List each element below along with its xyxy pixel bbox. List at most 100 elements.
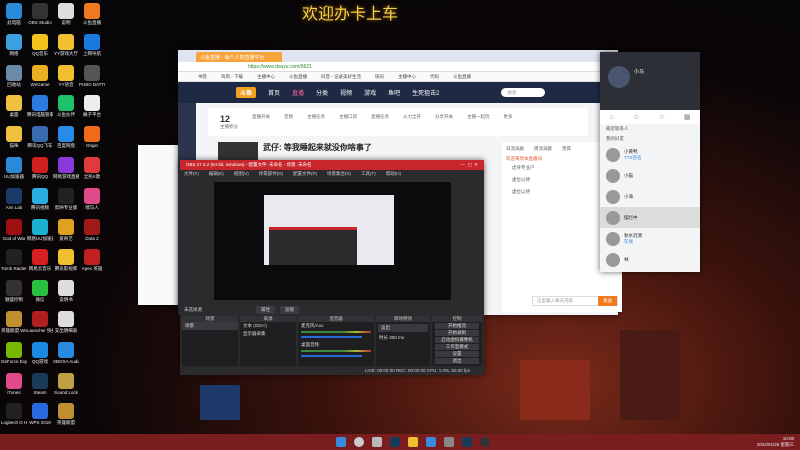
apps-tab-icon[interactable]: ▦ (684, 113, 691, 121)
desktop-icon[interactable]: God of War (1, 218, 27, 241)
bookmark-item[interactable]: 斗鱼直播 (453, 74, 471, 79)
desktop-icon[interactable]: 腾讯影视库 (53, 249, 79, 271)
desktop-icon[interactable]: 腾讯视频 (27, 187, 53, 210)
scene-item[interactable]: 场景 (182, 322, 238, 330)
friend-item[interactable]: 小海 (600, 186, 700, 207)
desktop-icon[interactable]: Tomb Raider (1, 249, 27, 271)
desktop-icon[interactable]: YY语音 (53, 64, 79, 87)
desktop-icon[interactable]: Steam (27, 372, 53, 395)
toolbar-item[interactable]: 主播口袋 (339, 114, 357, 130)
browser-tab[interactable]: 斗鱼直播 - 每个人的直播平台 (196, 52, 282, 62)
desktop-icon[interactable]: QQ游戏 (27, 341, 53, 364)
friend-item[interactable]: 摆烂中 (600, 207, 700, 228)
panel-tab[interactable]: 贵宾 (562, 146, 571, 152)
nav-item[interactable]: 游戏 (364, 88, 376, 97)
bookmark-item[interactable]: 快讯 (375, 74, 384, 79)
side-chat-window[interactable] (138, 145, 180, 305)
desktop-icon[interactable]: 微信 (27, 280, 53, 302)
address-bar[interactable]: https://www.douyu.com/9621 (178, 62, 618, 72)
search-input[interactable]: 搜索 (501, 88, 546, 97)
desktop-icon[interactable]: 剪映专业版 (53, 187, 79, 210)
volume-slider[interactable] (301, 336, 362, 338)
bookmark-item[interactable]: 主播中心 (257, 74, 275, 79)
desktop-icon[interactable]: Apex 英雄 (79, 249, 105, 271)
desktop-icon[interactable]: OBS Studio (27, 3, 53, 25)
avatar[interactable] (608, 66, 630, 88)
settings-icon[interactable] (444, 437, 454, 447)
volume-slider[interactable] (301, 355, 362, 357)
control-button[interactable]: 工作室模式 (435, 344, 479, 350)
steam-icon[interactable] (390, 437, 400, 447)
window-controls[interactable]: — ▢ ✕ (460, 162, 478, 168)
desktop-icon[interactable]: Logitech G HUB (1, 403, 27, 425)
desktop-icon[interactable]: Origin (79, 126, 105, 148)
toolbar-item[interactable]: 火力全开 (403, 114, 421, 130)
search-icon[interactable] (354, 437, 364, 447)
desktop-icon[interactable]: 百度网盘 (53, 126, 79, 148)
obs-preview[interactable] (214, 182, 451, 300)
desktop-icon[interactable]: UU加速器 (1, 157, 27, 179)
panel-tab[interactable]: 日流贡献 (506, 146, 524, 152)
control-button[interactable]: 设置 (435, 351, 479, 357)
nav-item[interactable]: 视频 (340, 88, 352, 97)
contacts-tab-icon[interactable]: ☺ (633, 114, 640, 121)
toolbar-item[interactable]: 更多 (504, 114, 513, 130)
desktop-icon[interactable]: YY游戏大厅 (53, 33, 79, 56)
friend-item[interactable]: 秋水涟漪 在线 (600, 228, 700, 249)
bookmark-item[interactable]: 斗鱼直播 (289, 74, 307, 79)
nav-item[interactable]: 生死狙击2 (412, 88, 439, 97)
bookmark-item[interactable]: 代码 (430, 74, 439, 79)
desktop-icon[interactable]: WeGame (27, 64, 53, 87)
start-icon[interactable] (336, 437, 346, 447)
menu-item[interactable]: 工具(T) (361, 171, 376, 177)
desktop-icon[interactable]: Launcher 快捷方式 (27, 311, 53, 333)
desktop-icon[interactable]: 回收站 (1, 64, 27, 87)
nav-item[interactable]: 直播 (292, 88, 304, 97)
desktop-icon[interactable]: 斗鱼直播 (79, 3, 105, 25)
desktop-icon[interactable]: Sound Lock (53, 372, 79, 395)
obs-icon[interactable] (480, 437, 490, 447)
desktop-icon[interactable]: 网易UU加速器 (27, 218, 53, 241)
desktop-icon[interactable]: 上网导航 (79, 33, 105, 56)
desktop-icon[interactable]: 腾讯QQ飞车 (27, 126, 53, 148)
toolbar-item[interactable]: 直播任务 (371, 114, 389, 130)
menu-item[interactable]: 场景集合(S) (327, 171, 351, 177)
send-button[interactable]: 发送 (598, 296, 617, 306)
menu-item[interactable]: 编辑(E) (209, 171, 224, 177)
source-item[interactable]: 显示器采集 (240, 330, 296, 338)
desktop-icon[interactable]: 网易云音乐 (27, 249, 53, 271)
desktop-icon[interactable]: 说明书 (53, 280, 79, 302)
desktop-icon[interactable]: 英雄联盟 (53, 403, 79, 425)
menu-item[interactable]: 停靠部件(D) (259, 171, 283, 177)
friend-item[interactable]: 林 (600, 249, 700, 270)
toolbar-item[interactable]: 主播一起玩 (467, 114, 490, 130)
chat-input[interactable]: 这里输入聊天内容 (537, 298, 573, 304)
control-button[interactable]: 启动虚拟摄像机 (435, 337, 479, 343)
bookmark-item[interactable]: 鸡肉 - 下载 (221, 74, 243, 79)
nav-item[interactable]: 首页 (268, 88, 280, 97)
menu-item[interactable]: 帮助(H) (386, 171, 401, 177)
bookmark-item[interactable]: 主播中心 (398, 74, 416, 79)
desktop-icon[interactable]: Aim Lab (1, 187, 27, 210)
desktop-icon[interactable]: Dota 2 (79, 218, 105, 241)
control-button[interactable]: 退出 (435, 358, 479, 364)
properties-button[interactable]: 属性 (256, 306, 275, 314)
menu-item[interactable]: 配置文件(P) (293, 171, 317, 177)
desktop-icon[interactable]: 猫咪 (1, 126, 27, 148)
desktop-icon[interactable]: 此电脑 (1, 3, 27, 25)
bookmark-item[interactable]: 书签 (198, 74, 207, 79)
desktop-icon[interactable]: 腾讯电脑管家 (27, 95, 53, 117)
menu-item[interactable]: 文件(F) (184, 171, 199, 177)
filters-button[interactable]: 滤镜 (280, 306, 299, 314)
desktop-icon[interactable]: 爱奇艺 (53, 218, 79, 241)
desktop-icon[interactable]: 全民K歌 (79, 157, 105, 179)
toolbar-item[interactable]: 分享开关 (435, 114, 453, 130)
desktop-icon[interactable]: 顺盛控制 (1, 280, 27, 302)
bookmark-item[interactable]: 抖音 - 记录美好生活 (321, 74, 361, 79)
desktop-icon[interactable]: WPS 2019 (27, 403, 53, 425)
browser-icon[interactable] (426, 437, 436, 447)
steam-icon[interactable] (462, 437, 472, 447)
panel-tab[interactable]: 周流贡献 (534, 146, 552, 152)
toolbar-item[interactable]: 音频 (284, 114, 293, 130)
desktop-icon[interactable]: 桌面 (1, 95, 27, 117)
